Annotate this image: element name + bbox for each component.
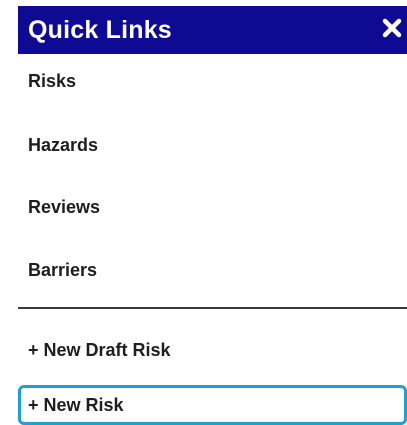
link-risks[interactable]: Risks (18, 62, 407, 102)
new-draft-risk-button[interactable]: + New Draft Risk (18, 331, 407, 369)
divider (18, 307, 407, 309)
link-hazards[interactable]: Hazards (18, 126, 407, 166)
link-label: Hazards (28, 135, 99, 155)
panel-header: Quick Links (18, 6, 407, 54)
link-label: Risks (28, 71, 77, 91)
quick-links-panel: Quick Links Risks Hazards Reviews Barrie… (18, 0, 407, 425)
close-icon[interactable] (381, 17, 403, 39)
new-risk-button[interactable]: + New Risk (18, 385, 407, 425)
link-barriers[interactable]: Barriers (18, 251, 407, 291)
panel-title: Quick Links (28, 16, 172, 44)
link-reviews[interactable]: Reviews (18, 188, 407, 228)
link-label: Barriers (28, 260, 98, 280)
action-label: + New Draft Risk (28, 340, 171, 360)
link-label: Reviews (28, 197, 101, 217)
action-label: + New Risk (28, 395, 124, 415)
